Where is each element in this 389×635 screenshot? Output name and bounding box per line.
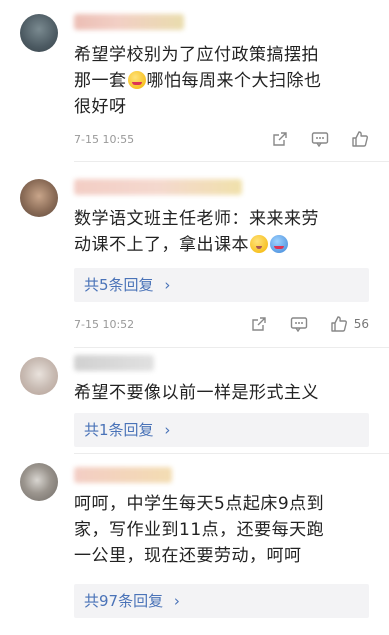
username-blurred[interactable] (74, 467, 172, 483)
comment-icon[interactable] (290, 315, 308, 333)
username-blurred[interactable] (74, 179, 242, 195)
chevron-right-icon: › (164, 276, 171, 294)
comment-text: 希望学校别为了应付政策搞摆拍 那一套 哪怕每周来个大扫除也 很好呀 (74, 45, 322, 117)
comment-text: 呵呵，中学生每天5点起床9点到 家，写作业到11点，还要每天跑 一公里，现在还要… (74, 494, 325, 566)
replies-link[interactable]: 共1条回复 › (74, 413, 369, 447)
share-icon[interactable] (250, 315, 268, 333)
comment-item: 数学语文班主任老师：来来来劳 动课不上了，拿出课本 共5条回复 › 7-15 1… (0, 163, 389, 348)
username-blurred[interactable] (74, 14, 184, 30)
chevron-right-icon: › (173, 592, 180, 610)
avatar[interactable] (20, 357, 58, 395)
divider (74, 161, 389, 162)
chevron-right-icon: › (164, 421, 171, 439)
comment-item: 希望不要像以前一样是形式主义 共1条回复 › (0, 349, 389, 455)
replies-link[interactable]: 共5条回复 › (74, 268, 369, 302)
comment-text: 希望不要像以前一样是形式主义 (74, 383, 319, 403)
comment-item: 希望学校别为了应付政策搞摆拍 那一套 哪怕每周来个大扫除也 很好呀 7-15 10… (0, 0, 389, 162)
shrug-emoji-icon (270, 235, 288, 253)
username-blurred[interactable] (74, 355, 154, 371)
comment-text: 数学语文班主任老师：来来来劳 动课不上了，拿出课本 (74, 209, 319, 255)
avatar[interactable] (20, 179, 58, 217)
action-bar: 56 (250, 315, 369, 333)
thumbs-up-icon[interactable] (330, 315, 348, 333)
share-icon[interactable] (271, 130, 289, 148)
timestamp: 7-15 10:55 (74, 133, 135, 146)
like-count: 56 (353, 317, 369, 331)
timestamp: 7-15 10:52 (74, 318, 135, 331)
comment-item: 呵呵，中学生每天5点起床9点到 家，写作业到11点，还要每天跑 一公里，现在还要… (0, 455, 389, 635)
thinking-emoji-icon (250, 235, 268, 253)
divider (74, 453, 389, 454)
avatar[interactable] (20, 463, 58, 501)
blush-emoji-icon (127, 71, 146, 89)
avatar[interactable] (20, 14, 58, 52)
divider (74, 347, 389, 348)
thumbs-up-icon[interactable] (351, 130, 369, 148)
comment-icon[interactable] (311, 130, 329, 148)
replies-link[interactable]: 共97条回复 › (74, 584, 369, 618)
action-bar (271, 130, 369, 148)
